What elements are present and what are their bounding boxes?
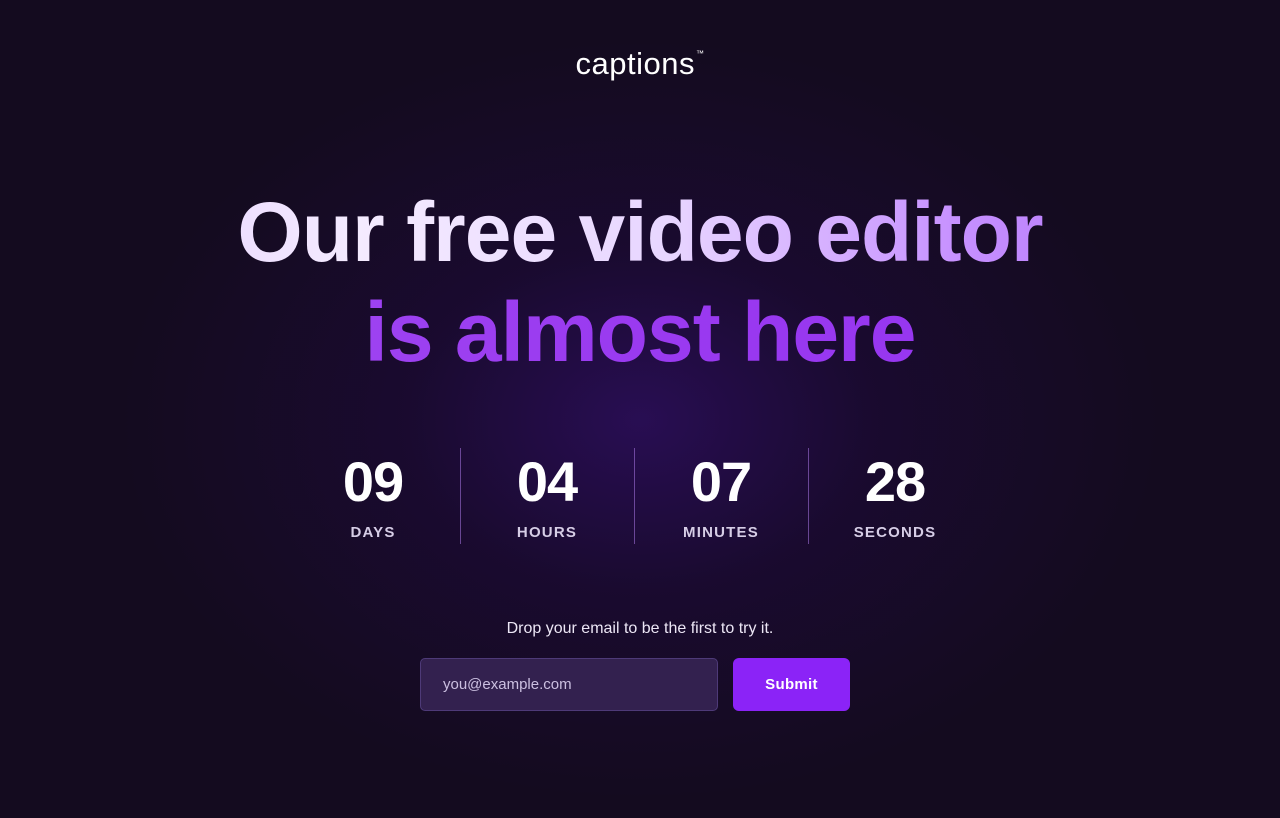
countdown-minutes-label: MINUTES [683,524,759,541]
countdown-seconds-value: 28 [864,450,926,513]
countdown-seconds: 28 SECONDS [808,448,982,544]
logo-wordmark: captions [575,46,695,81]
countdown-minutes: 07 MINUTES [634,448,808,544]
signup-form: Submit [420,658,850,711]
countdown-days: 09 DAYS [286,448,460,544]
page-headline: Our free video editor is almost here [0,182,1280,382]
submit-button[interactable]: Submit [733,658,850,711]
countdown-minutes-value: 07 [690,450,752,513]
signup-prompt: Drop your email to be the first to try i… [506,620,774,637]
headline-line-2: is almost here [0,282,1280,382]
countdown-hours-value: 04 [516,450,578,513]
email-input[interactable] [420,658,718,711]
countdown-hours: 04 HOURS [460,448,634,544]
countdown-seconds-label: SECONDS [853,524,937,541]
landing-page: captions™ Our free video editor is almos… [0,0,1280,818]
countdown-days-value: 09 [342,450,404,513]
countdown-timer: 09 DAYS 04 HOURS 07 MINUTES 28 SECONDS [286,448,982,544]
countdown-days-label: DAYS [350,524,396,541]
headline-line-1: Our free video editor [0,182,1280,282]
trademark-symbol: ™ [695,49,705,58]
captions-logo: captions™ [0,46,1280,82]
countdown-hours-label: HOURS [516,524,578,541]
